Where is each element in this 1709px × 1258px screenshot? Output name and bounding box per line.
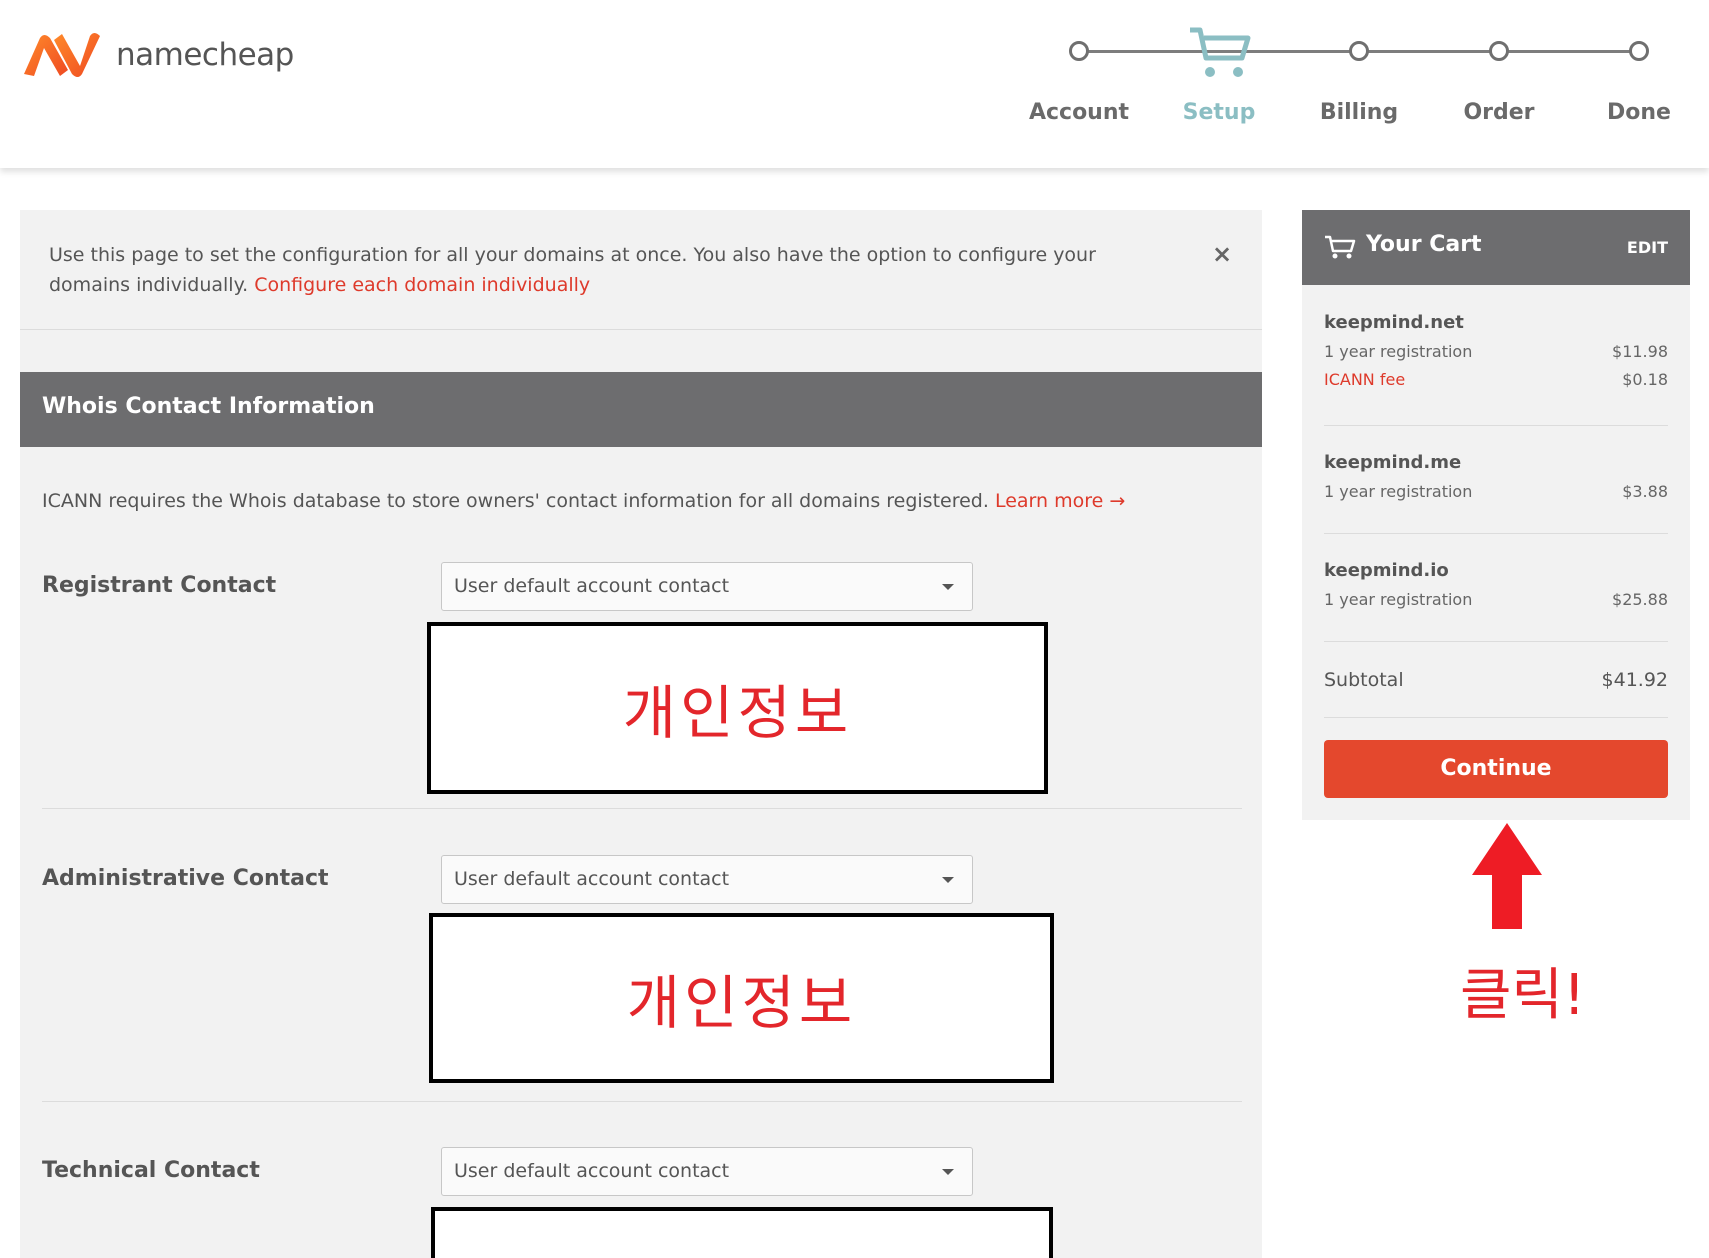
step-order-dot: [1489, 41, 1509, 61]
section-divider: [42, 808, 1242, 809]
cart-item: keepmind.io 1 year registration $25.88: [1324, 560, 1668, 609]
step-account-dot: [1069, 41, 1089, 61]
technical-contact-select[interactable]: User default account contact: [441, 1147, 973, 1196]
whois-section-header: Whois Contact Information: [20, 372, 1262, 447]
cart-item: keepmind.me 1 year registration $3.88: [1324, 452, 1668, 501]
click-annotation: 클릭!: [1460, 963, 1586, 1028]
icann-fee-price: $0.18: [1622, 370, 1668, 389]
redaction-label: 개인정보: [626, 969, 857, 1037]
step-order: Order: [1463, 100, 1535, 125]
site-header: namecheap Account Setup Billing Order Do…: [0, 0, 1709, 168]
whois-intro: ICANN requires the Whois database to sto…: [42, 490, 1125, 512]
cart-item-desc: 1 year registration: [1324, 342, 1473, 361]
cart-item-price: $25.88: [1612, 590, 1668, 609]
icann-fee-label: ICANN fee: [1324, 370, 1406, 389]
cart-item-price: $11.98: [1612, 342, 1668, 361]
chevron-down-icon: [942, 1169, 954, 1175]
checkout-steps: Account Setup Billing Order Done: [1029, 20, 1700, 125]
technical-contact-value: User default account contact: [454, 1160, 730, 1182]
step-setup: Setup: [1182, 100, 1256, 125]
step-account[interactable]: Account: [1029, 100, 1129, 125]
chevron-down-icon: [942, 584, 954, 590]
continue-button[interactable]: Continue: [1324, 740, 1668, 798]
section-divider: [42, 1101, 1242, 1102]
namecheap-logo-icon: [24, 33, 100, 77]
shopping-cart-icon: [1190, 27, 1251, 77]
cart-divider: [1324, 533, 1668, 534]
cart-icon: [1325, 235, 1356, 259]
learn-more-link[interactable]: Learn more →: [995, 490, 1125, 512]
redaction-label: 개인정보: [622, 679, 853, 747]
cart-item: keepmind.net 1 year registration $11.98 …: [1324, 312, 1668, 389]
brand-name: namecheap: [116, 37, 294, 73]
cart-item-line: 1 year registration $11.98: [1324, 342, 1668, 361]
redaction-box: 개인정보: [429, 913, 1054, 1083]
cart-edit-link[interactable]: EDIT: [1627, 238, 1668, 257]
cart-panel: Your Cart EDIT keepmind.net 1 year regis…: [1302, 210, 1690, 820]
notice-text: Use this page to set the configuration f…: [49, 240, 1139, 300]
cart-item-desc: 1 year registration: [1324, 590, 1473, 609]
step-billing: Billing: [1319, 100, 1399, 125]
info-notice: Use this page to set the configuration f…: [20, 210, 1262, 330]
registrant-contact-label: Registrant Contact: [42, 573, 277, 598]
administrative-contact-value: User default account contact: [454, 868, 730, 890]
whois-intro-text: ICANN requires the Whois database to sto…: [42, 490, 989, 512]
close-icon[interactable]: ×: [1212, 240, 1232, 268]
step-done: Done: [1607, 100, 1671, 125]
administrative-contact-select[interactable]: User default account contact: [441, 855, 973, 904]
chevron-down-icon: [942, 877, 954, 883]
step-done-dot: [1629, 41, 1649, 61]
technical-contact-label: Technical Contact: [42, 1158, 260, 1183]
configure-individually-link[interactable]: Configure each domain individually: [254, 274, 590, 296]
cart-item-fee-line: ICANN fee $0.18: [1324, 370, 1668, 389]
cart-item-desc: 1 year registration: [1324, 482, 1473, 501]
redaction-box: 개인정보: [427, 622, 1048, 794]
cart-divider: [1324, 641, 1668, 642]
cart-divider: [1324, 717, 1668, 718]
whois-title: Whois Contact Information: [42, 394, 375, 419]
cart-title: Your Cart: [1366, 232, 1482, 257]
cart-header: Your Cart EDIT: [1302, 210, 1690, 285]
up-arrow-icon: [1472, 823, 1542, 929]
step-billing-dot: [1349, 41, 1369, 61]
domain-setup-panel: Use this page to set the configuration f…: [20, 210, 1262, 1258]
cart-item-name: keepmind.me: [1324, 452, 1462, 473]
redaction-box: [431, 1207, 1053, 1258]
cart-subtotal: Subtotal $41.92: [1324, 669, 1668, 691]
administrative-contact-label: Administrative Contact: [42, 866, 329, 891]
namecheap-logo[interactable]: namecheap: [20, 30, 294, 80]
cart-item-name: keepmind.io: [1324, 560, 1449, 581]
cart-item-line: 1 year registration $3.88: [1324, 482, 1668, 501]
registrant-contact-select[interactable]: User default account contact: [441, 562, 973, 611]
cart-divider: [1324, 425, 1668, 426]
subtotal-value: $41.92: [1601, 669, 1668, 691]
subtotal-label: Subtotal: [1324, 669, 1404, 691]
cart-item-line: 1 year registration $25.88: [1324, 590, 1668, 609]
cart-item-name: keepmind.net: [1324, 312, 1464, 333]
cart-item-price: $3.88: [1622, 482, 1668, 501]
registrant-contact-value: User default account contact: [454, 575, 730, 597]
